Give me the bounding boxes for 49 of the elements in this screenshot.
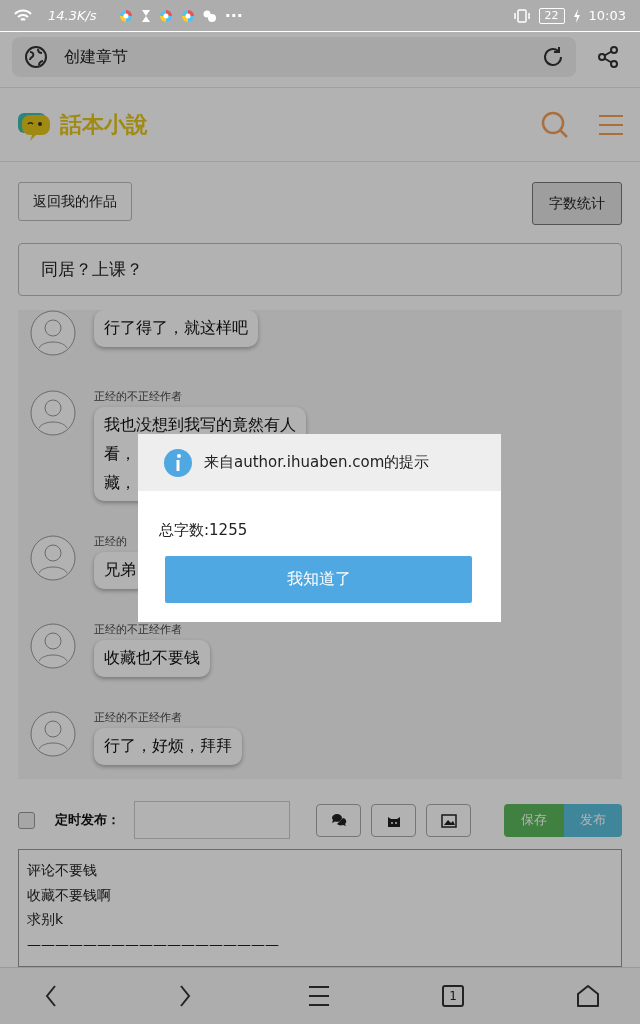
message-text: 行了得了，就这样吧 [104,317,248,339]
battery-indicator: 22 [538,7,565,24]
tabs-button[interactable]: 1 [442,985,464,1008]
sender-name: 正经的不正经作者 [94,711,182,725]
vibrate-icon [512,8,531,23]
network-speed-text: 14.3K/s [48,6,97,25]
message-text: 兄弟 [104,559,136,582]
app-icon [180,8,195,23]
avatar-icon [30,711,76,757]
schedule-time-field[interactable] [134,801,290,839]
chapter-title-field[interactable]: 同居？上课？ [18,243,622,296]
app-icon [118,8,133,23]
message-text: 我也没想到我写的竟然有人 [104,414,296,436]
sender-name: 正经的不正经作者 [94,390,182,404]
hourglass-icon [140,8,151,23]
sender-name: 正经的 [94,535,127,550]
insert-cat-button[interactable] [371,803,416,837]
more-icons-text: ··· [224,4,243,27]
image-icon [440,812,457,829]
toolbar-button[interactable]: 字数统计 [532,182,622,225]
clock-text: 10:03 [588,6,626,25]
toolbar-button[interactable]: 返回我的作品 [18,182,132,221]
menu-icon[interactable] [308,984,330,1009]
wifi-icon [14,8,32,23]
chat-icon [330,812,347,829]
address-bar[interactable]: 创建章节 [12,37,576,78]
avatar-icon [30,535,76,582]
refresh-icon[interactable] [542,46,564,69]
globe-icon [24,45,48,70]
info-icon [164,448,192,477]
message-text: 藏， [104,471,136,494]
editor-field[interactable]: 评论不要钱 收藏不要钱啊 求别k —————————————————— [18,849,622,968]
home-icon[interactable] [576,984,600,1009]
avatar-icon [30,623,76,670]
share-icon[interactable] [596,45,620,70]
app-icon [158,8,173,23]
charging-icon [572,8,581,23]
dialog-message: 总字数:1255 [158,520,249,541]
message-text: 行了，好烦，拜拜 [104,735,232,757]
sender-name: 正经的不正经作者 [94,623,182,638]
page-title: 创建章节 [64,46,129,69]
avatar-icon [30,390,76,436]
message-text: 看， [104,442,136,465]
insert-chat-button[interactable] [316,803,361,837]
insert-image-button[interactable] [426,803,471,837]
schedule-label: 定时发布： [55,811,120,830]
dialog-title: 来自author.ihuaben.com的提示 [204,452,430,474]
schedule-checkbox[interactable] [18,811,35,829]
message-text: 收藏也不要钱 [104,647,200,670]
